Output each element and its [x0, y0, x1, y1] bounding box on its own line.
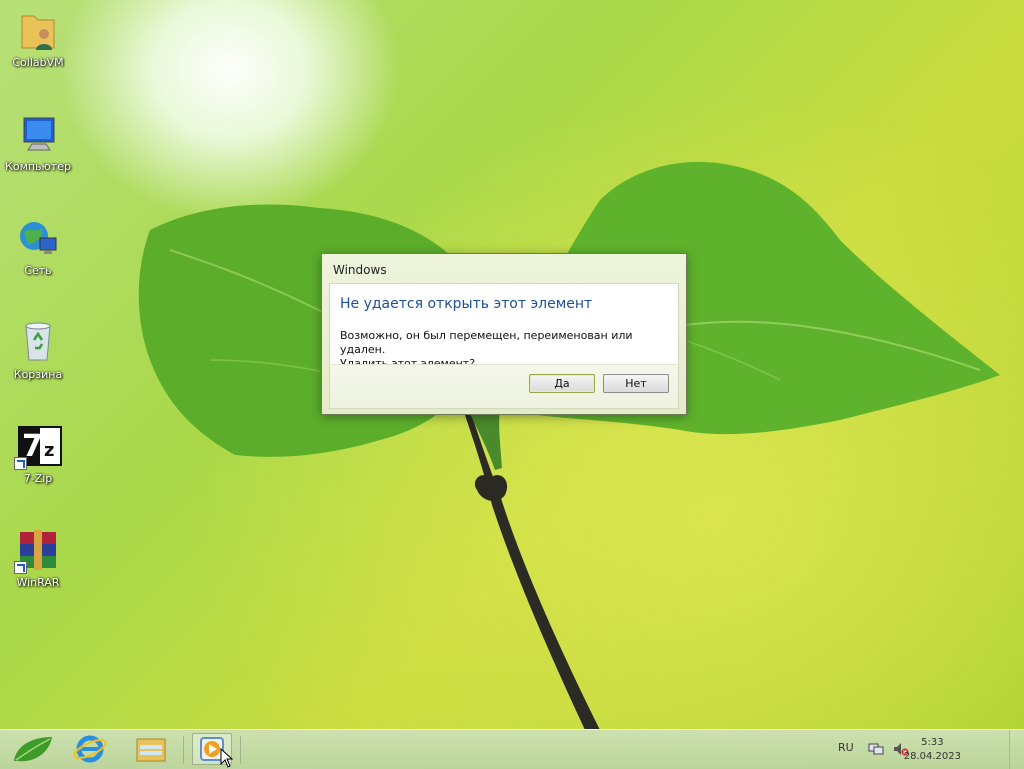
desktop-icon-label: Компьютер: [5, 160, 71, 173]
language-indicator[interactable]: RU: [838, 741, 854, 754]
taskbar: RU 5:33 28.04.2023: [0, 729, 1024, 769]
desktop-icon-collabvm[interactable]: CollabVM: [4, 6, 72, 69]
desktop-icon-label: CollabVM: [12, 56, 64, 69]
shortcut-arrow-icon: [14, 561, 27, 574]
internet-explorer-icon: [73, 735, 107, 763]
desktop-icon-recycle-bin[interactable]: Корзина: [4, 318, 72, 381]
desktop-icon-winrar[interactable]: WinRAR: [4, 526, 72, 589]
taskbar-file-explorer[interactable]: [131, 733, 171, 765]
user-folder-icon: [14, 6, 62, 54]
dialog-title: Windows: [333, 263, 387, 277]
dialog-content-line: Возможно, он был перемещен, переименован…: [340, 329, 633, 356]
show-desktop-button[interactable]: [1009, 730, 1024, 769]
clock-time: 5:33: [921, 737, 944, 748]
no-button[interactable]: Нет: [603, 374, 669, 393]
desktop-icon-label: 7-Zip: [23, 472, 53, 485]
mouse-cursor-icon: [220, 748, 234, 768]
shortcut-arrow-icon: [14, 457, 27, 470]
desktop-icon-label: Сеть: [24, 264, 52, 277]
taskbar-separator: [240, 736, 241, 764]
start-leaf-icon: [14, 737, 52, 762]
dialog-body: Не удается открыть этот элемент Возможно…: [329, 283, 679, 409]
clock-date: 28.04.2023: [903, 751, 961, 762]
desktop-icon-label: Корзина: [13, 368, 63, 381]
computer-icon: [14, 110, 62, 158]
desktop-icon-network[interactable]: Сеть: [4, 214, 72, 277]
start-button[interactable]: [10, 733, 56, 765]
dialog-command-area: Да Нет: [330, 364, 678, 408]
desktop-icon-computer[interactable]: Компьютер: [4, 110, 72, 173]
desktop-icon-label: WinRAR: [16, 576, 60, 589]
clock[interactable]: 5:33 28.04.2023: [904, 736, 961, 764]
network-globe-icon: [14, 214, 62, 262]
error-dialog: Windows Не удается открыть этот элемент …: [321, 253, 687, 415]
svg-text:z: z: [44, 440, 54, 461]
recycle-bin-icon: [14, 318, 62, 366]
winrar-icon: [14, 526, 62, 574]
7zip-icon: 7 z: [14, 422, 62, 470]
dialog-main-instruction: Не удается открыть этот элемент: [340, 296, 593, 312]
yes-button[interactable]: Да: [529, 374, 595, 393]
file-explorer-icon: [136, 738, 166, 762]
taskbar-internet-explorer[interactable]: [70, 733, 110, 765]
desktop-icon-7zip[interactable]: 7 z 7-Zip: [4, 422, 72, 485]
network-tray-icon[interactable]: [868, 742, 884, 756]
taskbar-separator: [183, 736, 184, 764]
